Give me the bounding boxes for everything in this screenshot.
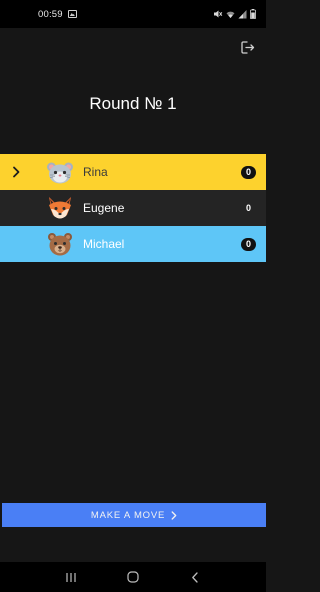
status-icons (213, 9, 256, 19)
player-row-rina[interactable]: Rina 0 (0, 154, 266, 190)
wifi-icon (226, 9, 235, 19)
fox-avatar (46, 194, 74, 222)
logout-icon (241, 41, 255, 57)
status-bar: 00:59 (0, 0, 266, 28)
player-name: Rina (83, 165, 108, 179)
player-score-badge: 0 (241, 238, 256, 251)
back-icon[interactable] (185, 567, 205, 587)
player-score-badge: 0 (245, 203, 251, 213)
player-list: Rina 0 Eugene 0 Michael 0 (0, 154, 266, 262)
mute-icon (213, 9, 223, 19)
logout-button[interactable] (240, 41, 256, 57)
player-score-badge: 0 (241, 166, 256, 179)
home-icon[interactable] (123, 567, 143, 587)
player-name: Eugene (83, 201, 125, 215)
player-row-michael[interactable]: Michael 0 (0, 226, 266, 262)
hamster-avatar (46, 158, 74, 186)
player-name: Michael (83, 237, 125, 251)
make-move-label: MAKE A MOVE (90, 509, 166, 521)
round-title: Round № 1 (89, 94, 177, 113)
battery-icon (250, 9, 256, 19)
chevron-right-icon (171, 510, 177, 520)
bear-avatar (46, 230, 74, 258)
system-nav-bar (0, 562, 266, 592)
status-time: 00:59 (38, 8, 63, 20)
gallery-icon (67, 10, 77, 18)
signal-icon (238, 9, 247, 19)
make-move-button[interactable]: MAKE A MOVE (2, 503, 266, 527)
player-row-eugene[interactable]: Eugene 0 (0, 190, 266, 226)
recent-apps-icon[interactable] (61, 567, 81, 587)
game-screen: Round № 1 Rina 0 Eugene 0 Michael 0 MAKE… (0, 28, 266, 562)
current-turn-chevron-icon (12, 154, 24, 190)
